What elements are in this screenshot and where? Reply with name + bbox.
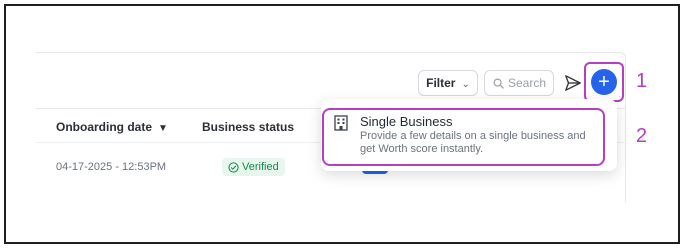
search-input[interactable] bbox=[508, 76, 552, 90]
status-badge-label: Verified bbox=[242, 161, 279, 173]
column-header-label: Business status bbox=[202, 120, 295, 134]
filter-label: Filter bbox=[426, 76, 456, 90]
step-annotation-1: 1 bbox=[636, 70, 648, 92]
menu-item-description: Provide a few details on a single busine… bbox=[360, 130, 586, 155]
filter-button[interactable]: Filter ⌄ bbox=[418, 70, 478, 96]
step-annotation-2: 2 bbox=[636, 125, 648, 147]
send-icon[interactable] bbox=[564, 74, 582, 92]
add-button[interactable]: + bbox=[591, 69, 617, 95]
column-header-label: Onboarding date bbox=[56, 120, 152, 134]
search-icon bbox=[493, 78, 504, 89]
check-circle-icon bbox=[228, 161, 239, 173]
column-header-onboarding-date[interactable]: Onboarding date ▼ bbox=[56, 120, 168, 134]
search-field[interactable] bbox=[484, 70, 554, 96]
sort-descending-icon[interactable]: ▼ bbox=[158, 123, 168, 134]
menu-item-title: Single Business bbox=[360, 114, 453, 129]
chevron-down-icon: ⌄ bbox=[461, 78, 470, 90]
table-cell-onboarding-date: 04-17-2025 - 12:53PM bbox=[56, 161, 167, 173]
building-icon bbox=[334, 115, 348, 131]
column-header-business-status: Business status bbox=[202, 120, 294, 134]
plus-icon: + bbox=[598, 71, 610, 93]
status-badge: Verified bbox=[222, 158, 285, 176]
